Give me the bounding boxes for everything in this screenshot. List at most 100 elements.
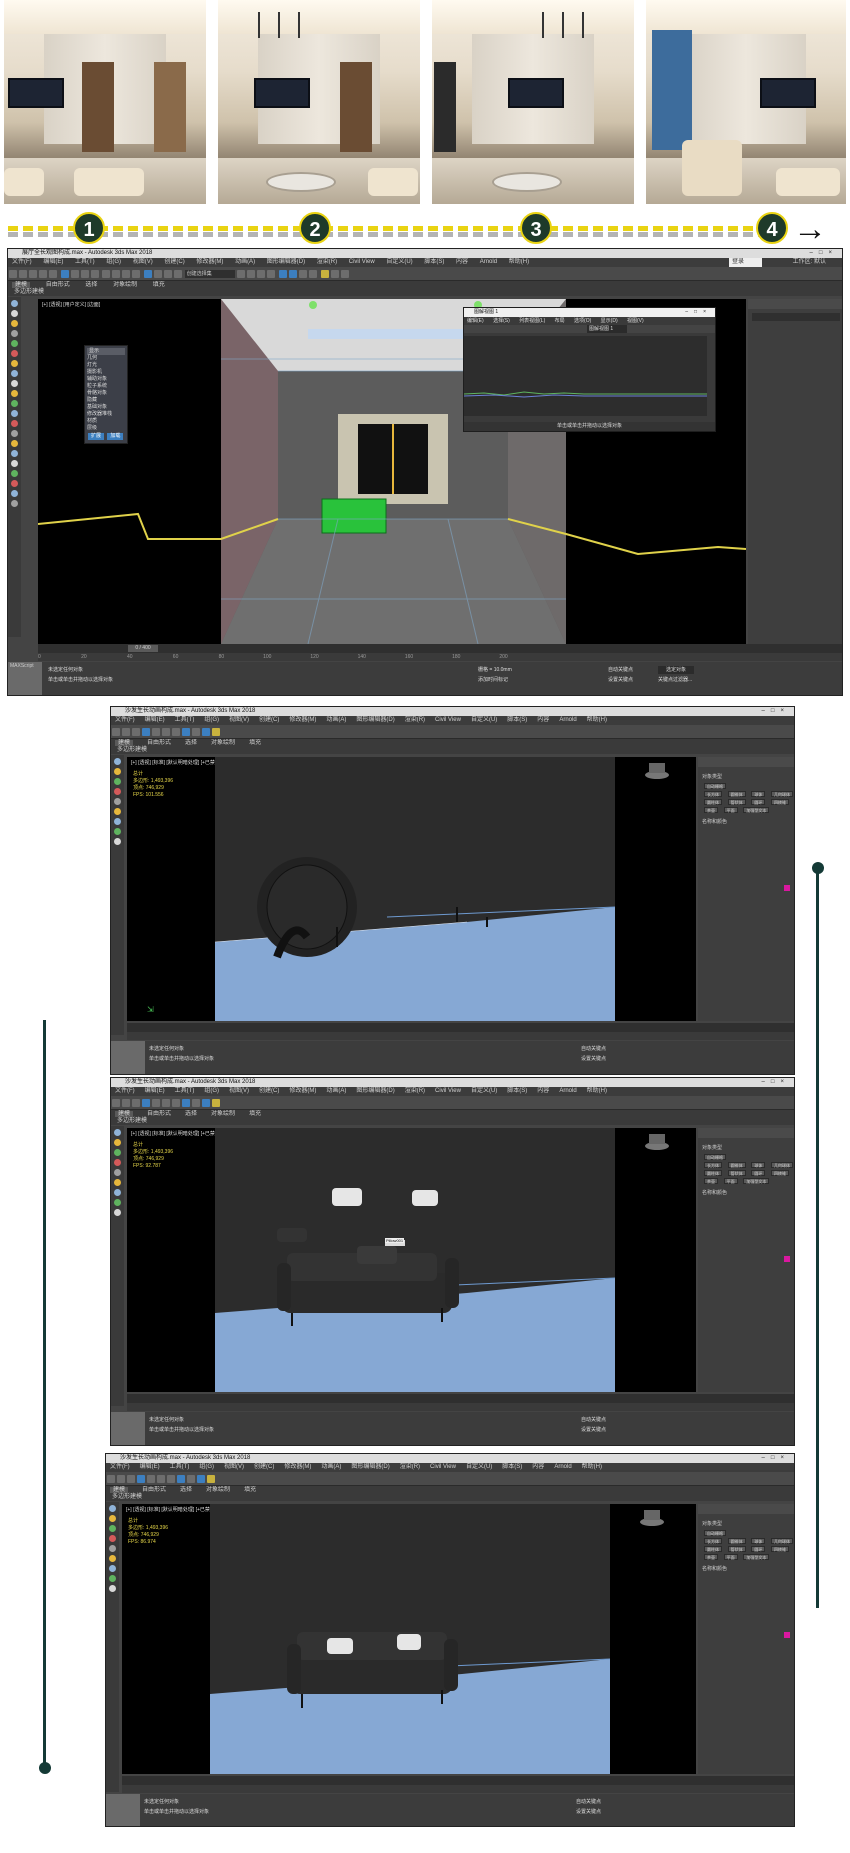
move-icon[interactable]: [152, 728, 160, 736]
link-icon[interactable]: [29, 270, 37, 278]
object-color-swatch[interactable]: [784, 1632, 790, 1638]
panel-btn-torus[interactable]: 圆环: [751, 799, 766, 805]
viewport-perspective[interactable]: [+] [透视] [标准] [默认明暗处理] [+已禁用+] 总计 多边形: 1,…: [127, 1128, 696, 1392]
sort-icon[interactable]: [11, 310, 18, 317]
time-slider[interactable]: [127, 1394, 794, 1403]
popup-item-particles[interactable]: 粒子系统: [87, 383, 125, 390]
panel-btn-teapot[interactable]: 茶壶: [704, 807, 718, 813]
tab-object-paint[interactable]: 对象绘制: [113, 282, 137, 288]
menu-file[interactable]: 文件(F): [12, 259, 32, 265]
menu-scripting[interactable]: 脚本(S): [424, 259, 444, 265]
mirror-icon[interactable]: [187, 1475, 195, 1483]
window-controls[interactable]: –□×: [762, 1078, 790, 1087]
key-filters-button[interactable]: 关键点过滤器...: [658, 676, 692, 684]
light-icon[interactable]: [11, 320, 18, 327]
expand-button[interactable]: 扩展: [88, 433, 105, 440]
window-controls[interactable]: –□×: [762, 707, 790, 716]
redo-icon[interactable]: [19, 270, 27, 278]
viewport-perspective[interactable]: [+] [透视] [标准] [默认明暗处理] [+已禁用+] 总计 多边形: 1,…: [122, 1504, 696, 1774]
place-icon[interactable]: [132, 270, 141, 278]
popup-item-stack[interactable]: 修改器堆栈: [87, 411, 125, 418]
panel-btn-torus[interactable]: 圆环: [751, 1170, 766, 1176]
unlink-icon[interactable]: [39, 270, 47, 278]
rect-select-icon[interactable]: [80, 270, 89, 278]
redo-icon[interactable]: [122, 728, 130, 736]
popup-item-bones[interactable]: 骨骼对象: [87, 390, 125, 397]
tab-freeform[interactable]: 自由形式: [46, 282, 70, 288]
render-frame-icon[interactable]: [320, 270, 329, 278]
command-panel-tabs[interactable]: [698, 757, 794, 767]
move-icon[interactable]: [152, 1099, 160, 1107]
snap-icon[interactable]: [182, 728, 190, 736]
mirror-icon[interactable]: [237, 270, 246, 278]
undo-icon[interactable]: [112, 1099, 120, 1107]
particle-icon[interactable]: [11, 400, 18, 407]
panel-btn-cylinder[interactable]: 圆柱体: [704, 799, 722, 805]
panel-btn-sphere[interactable]: 球体: [751, 1538, 766, 1544]
schematic-name-field[interactable]: 图解视图 1: [587, 325, 627, 333]
set-key-button[interactable]: 设置关键点: [581, 1055, 606, 1063]
panel-btn-textplus[interactable]: 加强型文本: [743, 807, 770, 813]
undo-icon[interactable]: [9, 270, 17, 278]
select-icon[interactable]: [60, 270, 69, 278]
mirror-icon[interactable]: [192, 728, 200, 736]
teapot-icon[interactable]: [340, 270, 349, 278]
add-time-tag[interactable]: 添加时间标记: [478, 676, 508, 684]
panel-btn-plane[interactable]: 平面: [723, 807, 738, 813]
container-icon[interactable]: [11, 410, 18, 417]
popup-item-hierarchy[interactable]: 层级: [87, 425, 125, 432]
menu-customize[interactable]: 自定义(U): [386, 259, 412, 265]
filter-icon[interactable]: [11, 460, 18, 467]
schematic-window-controls[interactable]: –□×: [685, 308, 712, 317]
select-icon[interactable]: [142, 728, 150, 736]
panel-btn-cone[interactable]: 圆锥体: [727, 791, 746, 797]
panel-btn-tube[interactable]: 管状体: [727, 799, 746, 805]
panel-btn-box[interactable]: 长方体: [704, 791, 722, 797]
move-icon[interactable]: [147, 1475, 155, 1483]
undo-icon[interactable]: [112, 728, 120, 736]
menu-graph-editors[interactable]: 图形编辑器(D): [267, 259, 305, 265]
helper-icon[interactable]: [11, 350, 18, 357]
bone-icon[interactable]: [11, 390, 18, 397]
select-icon[interactable]: [137, 1475, 145, 1483]
window-controls[interactable]: –□×: [762, 1454, 790, 1463]
tab-selection[interactable]: 选择: [85, 282, 97, 288]
menu-edit[interactable]: 编辑(E): [43, 259, 63, 265]
panel-btn-geosphere[interactable]: 几何球体: [771, 1538, 794, 1544]
settings-icon[interactable]: [11, 500, 18, 507]
move-icon[interactable]: [102, 270, 111, 278]
panel-btn-cylinder[interactable]: 圆柱体: [704, 1170, 722, 1176]
menu-help[interactable]: 帮助(H): [509, 259, 529, 265]
sign-in-field[interactable]: 登录: [728, 258, 762, 267]
time-slider-thumb[interactable]: 0 / 400: [128, 645, 158, 652]
time-slider[interactable]: [127, 1023, 794, 1032]
panel-btn-autogrid[interactable]: 自动栅格: [704, 1530, 726, 1536]
select-by-name-icon[interactable]: [70, 270, 79, 278]
panel-btn-cylinder[interactable]: 圆柱体: [704, 1546, 722, 1552]
menu-view[interactable]: 视图(V): [133, 259, 153, 265]
spinner-snap-icon[interactable]: [174, 270, 183, 278]
schematic-graph[interactable]: [464, 336, 707, 416]
rotate-icon[interactable]: [162, 1099, 170, 1107]
shape-icon[interactable]: [11, 370, 18, 377]
menu-arnold[interactable]: Arnold: [480, 259, 497, 265]
auto-key-button[interactable]: 自动关键点: [608, 666, 633, 674]
group-icon[interactable]: [11, 430, 18, 437]
menu-group[interactable]: 组(G): [106, 259, 121, 265]
render-icon[interactable]: [330, 270, 339, 278]
sv-menu-select[interactable]: 选择(S): [493, 318, 510, 324]
space-warp-icon[interactable]: [11, 380, 18, 387]
panel-btn-teapot[interactable]: 茶壶: [704, 1554, 718, 1560]
panel-btn-autogrid[interactable]: 自动栅格: [704, 783, 726, 789]
sv-menu-list[interactable]: 列表视图(L): [519, 318, 545, 324]
redo-icon[interactable]: [122, 1099, 130, 1107]
panel-btn-box[interactable]: 长方体: [704, 1162, 722, 1168]
frozen-icon[interactable]: [11, 440, 18, 447]
scale-icon[interactable]: [167, 1475, 175, 1483]
panel-btn-textplus[interactable]: 加强型文本: [743, 1178, 770, 1184]
curve-editor-icon[interactable]: [202, 1099, 210, 1107]
auto-key-button[interactable]: 自动关键点: [581, 1416, 606, 1424]
sv-menu-options[interactable]: 选项(O): [574, 318, 591, 324]
xref-icon[interactable]: [11, 420, 18, 427]
menu-civil-view[interactable]: Civil View: [349, 259, 375, 265]
